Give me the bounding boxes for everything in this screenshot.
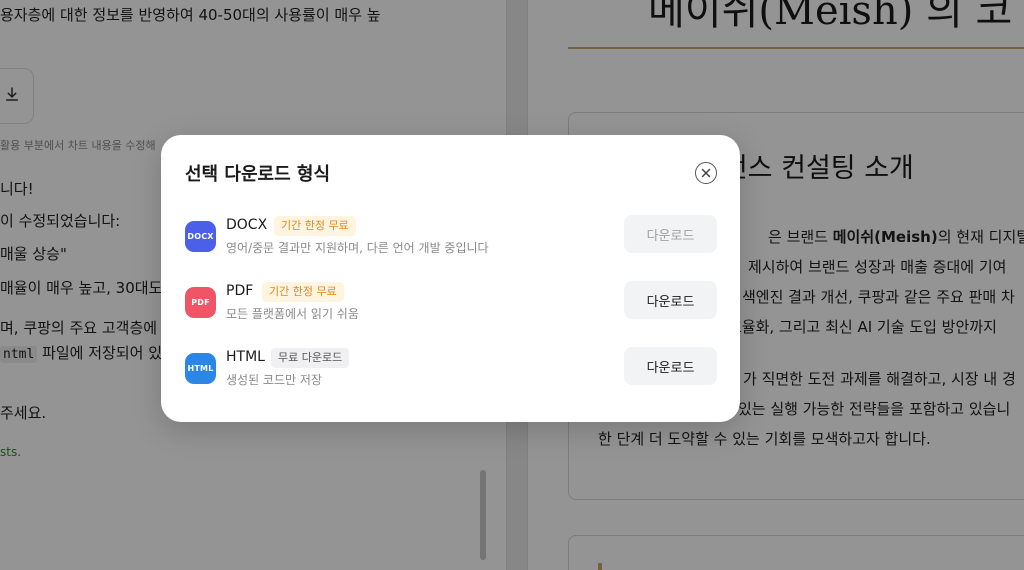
format-name: DOCX <box>226 217 268 233</box>
free-download-badge: 무료 다운로드 <box>271 348 350 368</box>
close-button[interactable] <box>695 162 717 184</box>
download-docx-button[interactable]: 다운로드 <box>624 215 717 253</box>
dialog-title: 선택 다운로드 형식 <box>185 164 331 185</box>
download-pdf-button[interactable]: 다운로드 <box>624 281 717 319</box>
format-description: 영어/중문 결과만 지원하며, 다른 언어 개발 중입니다 <box>226 241 489 255</box>
free-badge: 기간 한정 무료 <box>274 216 356 236</box>
download-format-dialog: 선택 다운로드 형식 DOCX DOCX 기간 한정 무료 영어/중문 결과만 … <box>161 135 740 422</box>
pdf-file-icon: PDF <box>185 287 216 318</box>
format-description: 생성된 코드만 저장 <box>226 373 322 387</box>
html-file-icon: HTML <box>185 353 216 384</box>
format-name: HTML <box>226 349 265 365</box>
close-icon <box>701 168 711 178</box>
free-badge: 기간 한정 무료 <box>262 282 344 302</box>
format-option-html: HTML HTML 무료 다운로드 생성된 코드만 저장 다운로드 <box>185 347 717 391</box>
format-option-docx: DOCX DOCX 기간 한정 무료 영어/중문 결과만 지원하며, 다른 언어… <box>185 215 717 259</box>
format-option-pdf: PDF PDF 기간 한정 무료 모든 플랫폼에서 읽기 쉬움 다운로드 <box>185 281 717 325</box>
download-html-button[interactable]: 다운로드 <box>624 347 717 385</box>
docx-file-icon: DOCX <box>185 221 216 252</box>
format-name: PDF <box>226 283 254 299</box>
format-description: 모든 플랫폼에서 읽기 쉬움 <box>226 307 359 321</box>
